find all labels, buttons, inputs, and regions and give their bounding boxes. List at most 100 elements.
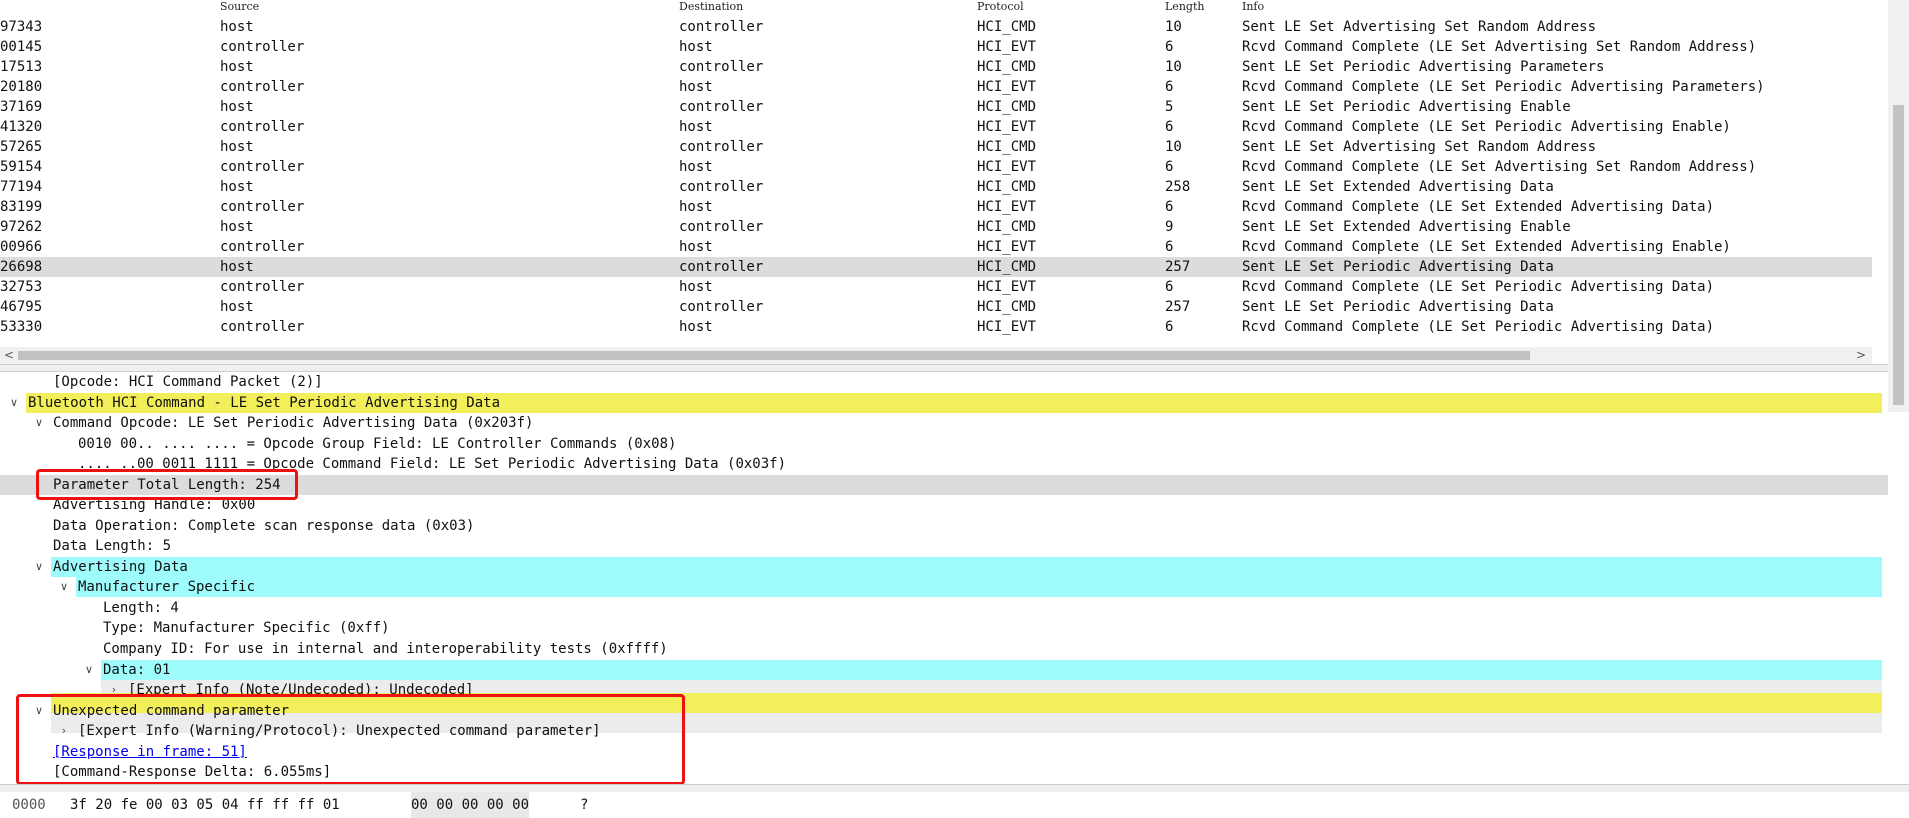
- packet-info: Sent LE Set Extended Advertising Enable: [1242, 219, 1571, 235]
- packet-source: controller: [220, 279, 305, 295]
- packet-list-horizontal-scrollbar[interactable]: < >: [0, 347, 1872, 364]
- packet-details-pane[interactable]: [Opcode: HCI Command Packet (2)] ∨ Bluetoo…: [0, 372, 1909, 784]
- packet-length: 9: [1165, 219, 1174, 235]
- column-header-protocol[interactable]: Protocol: [977, 0, 1024, 14]
- hci-command-node[interactable]: ∨ Bluetooth HCI Command - LE Set Periodic…: [10, 393, 500, 413]
- packet-source: controller: [220, 159, 305, 175]
- data-operation[interactable]: Data Operation: Complete scan response d…: [53, 516, 474, 536]
- packet-row[interactable]: 00145 controller host HCI_EVT 6 Rcvd Command …: [0, 37, 1872, 57]
- packet-row[interactable]: 53330 controller host HCI_EVT 6 Rcvd Command …: [0, 317, 1872, 337]
- column-header-length[interactable]: Length: [1165, 0, 1204, 14]
- advertising-data-node-text: Advertising Data: [53, 559, 188, 575]
- chevron-down-icon[interactable]: ∨: [31, 557, 47, 577]
- chevron-down-icon[interactable]: ∨: [31, 413, 47, 433]
- column-header-destination[interactable]: Destination: [679, 0, 743, 14]
- pane-splitter-bottom[interactable]: [0, 784, 1909, 792]
- scroll-left-arrow-icon[interactable]: <: [4, 347, 14, 364]
- packet-source: host: [220, 99, 254, 115]
- packet-protocol: HCI_CMD: [977, 219, 1037, 235]
- packet-row[interactable]: 77194 host controller HCI_CMD 258 Sent LE Set…: [0, 177, 1872, 197]
- packet-number: 26698: [0, 259, 43, 275]
- packet-row[interactable]: 59154 controller host HCI_EVT 6 Rcvd Command …: [0, 157, 1872, 177]
- packet-length: 6: [1165, 199, 1174, 215]
- packet-destination: controller: [679, 139, 764, 155]
- packet-source: host: [220, 299, 254, 315]
- packet-protocol: HCI_EVT: [977, 79, 1037, 95]
- packet-protocol: HCI_EVT: [977, 39, 1037, 55]
- packet-length: 10: [1165, 59, 1182, 75]
- packet-source: host: [220, 19, 254, 35]
- packet-row[interactable]: 20180 controller host HCI_EVT 6 Rcvd Command …: [0, 77, 1872, 97]
- data-operation-text: Data Operation: Complete scan response d…: [53, 518, 475, 534]
- manufacturer-specific-node[interactable]: ∨ Manufacturer Specific: [60, 577, 255, 597]
- packet-row[interactable]: 37169 host controller HCI_CMD 5 Sent LE Set P…: [0, 97, 1872, 117]
- advertising-data-node[interactable]: ∨ Advertising Data: [35, 557, 188, 577]
- opcode-packet-type[interactable]: [Opcode: HCI Command Packet (2)]: [53, 372, 323, 392]
- data-node-text: Data: 01: [103, 662, 171, 678]
- packet-protocol: HCI_EVT: [977, 119, 1037, 135]
- packet-number: 00966: [0, 239, 43, 255]
- packet-row[interactable]: 97262 host controller HCI_CMD 9 Sent LE Set E…: [0, 217, 1872, 237]
- packet-info: Sent LE Set Extended Advertising Data: [1242, 179, 1554, 195]
- packet-list-rows: 97343 host controller HCI_CMD 10 Sent LE Set …: [0, 17, 1872, 337]
- packet-protocol: HCI_EVT: [977, 239, 1037, 255]
- packet-protocol: HCI_CMD: [977, 299, 1037, 315]
- packet-list-horizontal-scroll-thumb[interactable]: [18, 351, 1530, 360]
- data-node[interactable]: ∨ Data: 01: [85, 660, 171, 680]
- packet-details-vertical-scroll-thumb[interactable]: [1893, 105, 1904, 405]
- packet-length: 6: [1165, 39, 1174, 55]
- packet-row[interactable]: 32753 controller host HCI_EVT 6 Rcvd Command …: [0, 277, 1872, 297]
- packet-length: 6: [1165, 159, 1174, 175]
- packet-row[interactable]: 57265 host controller HCI_CMD 10 Sent LE Set …: [0, 137, 1872, 157]
- packet-details-vertical-scrollbar[interactable]: [1888, 0, 1909, 412]
- packet-number: 97262: [0, 219, 43, 235]
- packet-source: controller: [220, 119, 305, 135]
- opcode-group-field[interactable]: 0010 00.. .... .... = Opcode Group Field…: [78, 434, 676, 454]
- packet-row[interactable]: 97343 host controller HCI_CMD 10 Sent LE Set …: [0, 17, 1872, 37]
- packet-number: 83199: [0, 199, 43, 215]
- packet-row[interactable]: 00966 controller host HCI_EVT 6 Rcvd Command …: [0, 237, 1872, 257]
- packet-source: controller: [220, 79, 305, 95]
- packet-info: Sent LE Set Advertising Set Random Addre…: [1242, 139, 1597, 155]
- data-length[interactable]: Data Length: 5: [53, 536, 171, 556]
- packet-row[interactable]: 26698 host controller HCI_CMD 257 Sent LE Set…: [0, 257, 1872, 277]
- packet-row[interactable]: 46795 host controller HCI_CMD 257 Sent LE Set…: [0, 297, 1872, 317]
- packet-destination: controller: [679, 259, 764, 275]
- packet-protocol: HCI_EVT: [977, 199, 1037, 215]
- ad-length-text: Length: 4: [103, 600, 179, 616]
- packet-destination: controller: [679, 99, 764, 115]
- packet-info: Rcvd Command Complete (LE Set Advertisin…: [1242, 39, 1757, 55]
- highlight-advertising-data: [51, 557, 1882, 577]
- packet-source: host: [220, 59, 254, 75]
- company-id[interactable]: Company ID: For use in internal and inte…: [103, 639, 668, 659]
- column-header-info[interactable]: Info: [1242, 0, 1264, 14]
- packet-row[interactable]: 17513 host controller HCI_CMD 10 Sent LE Set …: [0, 57, 1872, 77]
- chevron-down-icon[interactable]: ∨: [6, 393, 22, 413]
- ad-type-text: Type: Manufacturer Specific (0xff): [103, 620, 390, 636]
- packet-number: 46795: [0, 299, 43, 315]
- highlight-manufacturer-specific: [76, 577, 1882, 597]
- packet-destination: controller: [679, 219, 764, 235]
- byte-hex[interactable]: 3f 20 fe 00 03 05 04 ff ff ff 01: [70, 792, 340, 818]
- chevron-down-icon[interactable]: ∨: [81, 660, 97, 680]
- ad-type[interactable]: Type: Manufacturer Specific (0xff): [103, 618, 390, 638]
- byte-ascii[interactable]: ?: [580, 792, 588, 818]
- packet-row[interactable]: 83199 controller host HCI_EVT 6 Rcvd Command …: [0, 197, 1872, 217]
- packet-bytes-pane[interactable]: 0000 3f 20 fe 00 03 05 04 ff ff ff 01 00…: [0, 792, 1909, 818]
- scroll-right-arrow-icon[interactable]: >: [1856, 347, 1866, 364]
- packet-protocol: HCI_EVT: [977, 159, 1037, 175]
- packet-info: Sent LE Set Advertising Set Random Addre…: [1242, 19, 1597, 35]
- annotation-box-unexpected-param: [16, 694, 685, 784]
- pane-splitter-top[interactable]: [0, 364, 1909, 372]
- packet-protocol: HCI_CMD: [977, 99, 1037, 115]
- column-header-source[interactable]: Source: [220, 0, 259, 14]
- ad-length[interactable]: Length: 4: [103, 598, 179, 618]
- packet-list[interactable]: Source Destination Protocol Length Info …: [0, 0, 1888, 356]
- packet-protocol: HCI_CMD: [977, 19, 1037, 35]
- packet-destination: host: [679, 79, 713, 95]
- chevron-down-icon[interactable]: ∨: [56, 577, 72, 597]
- packet-destination: host: [679, 319, 713, 335]
- command-opcode-node[interactable]: ∨ Command Opcode: LE Set Periodic Adverti…: [35, 413, 533, 433]
- byte-hex-highlighted[interactable]: 00 00 00 00 00: [411, 792, 530, 818]
- packet-row[interactable]: 41320 controller host HCI_EVT 6 Rcvd Command …: [0, 117, 1872, 137]
